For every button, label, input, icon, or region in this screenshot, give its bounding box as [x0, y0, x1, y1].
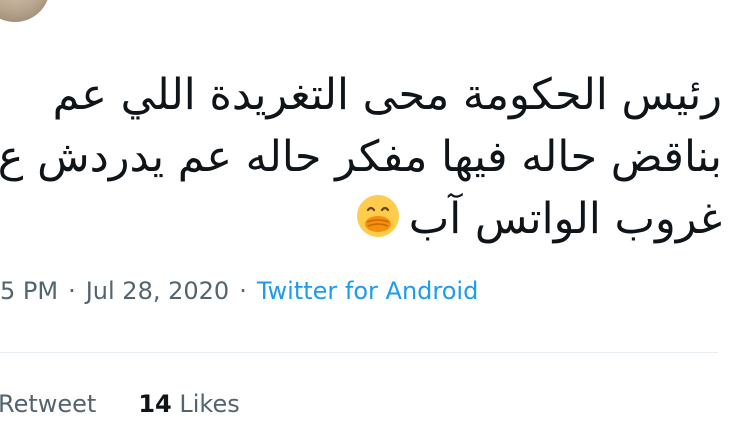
tweet-line-3-text: غروب الواتس آب: [408, 194, 722, 244]
avatar[interactable]: [0, 0, 50, 22]
retweets-stat[interactable]: Retweet: [0, 390, 96, 418]
tweet-text: رئيس الحكومة محى التغريدة اللي عم بناقض …: [0, 64, 722, 250]
likes-label: Likes: [179, 390, 240, 418]
tweet-time[interactable]: 5 PM: [0, 277, 58, 305]
tweet-stats: Retweet 14 Likes: [0, 390, 240, 418]
tweet-date[interactable]: Jul 28, 2020: [86, 277, 229, 305]
face-with-hand-over-mouth-icon: [356, 194, 399, 237]
likes-stat[interactable]: 14 Likes: [138, 390, 239, 418]
meta-separator: ·: [68, 277, 76, 305]
divider: [0, 352, 718, 353]
tweet-line-2: بناقض حاله فيها مفكر حاله عم يدردش ع: [0, 132, 722, 182]
tweet-line-3: غروب الواتس آب: [22, 188, 722, 250]
tweet-meta: 5 PM · Jul 28, 2020 · Twitter for Android: [0, 277, 478, 305]
tweet-line-1: رئيس الحكومة محى التغريدة اللي عم: [52, 70, 722, 120]
meta-separator: ·: [239, 277, 247, 305]
retweets-label: Retweet: [0, 390, 97, 418]
source-link[interactable]: Twitter for Android: [257, 277, 478, 305]
likes-count: 14: [138, 390, 172, 418]
